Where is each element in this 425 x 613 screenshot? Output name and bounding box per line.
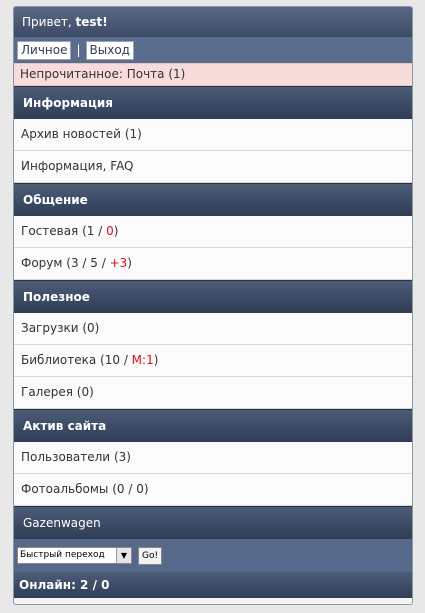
greeting-text: Привет, xyxy=(22,15,76,29)
item-count: (3) xyxy=(113,450,131,464)
item-new-count: +3 xyxy=(109,256,128,270)
item-count-close: ) xyxy=(127,256,132,270)
item-label: Гостевая xyxy=(21,224,79,238)
item-count-open: (10 / xyxy=(100,353,132,367)
online-counter: Онлайн: 2 / 0 xyxy=(14,572,412,598)
item-label: Форум xyxy=(21,256,63,270)
item-count: (0) xyxy=(82,321,100,335)
item-label: Библиотека xyxy=(21,353,97,367)
section-useful: Полезное xyxy=(14,280,412,313)
user-bar: Личное | Выход xyxy=(14,37,412,63)
menu-item-library[interactable]: Библиотека (10 / M:1) xyxy=(14,345,412,377)
section-info: Информация xyxy=(14,86,412,119)
quick-jump-select[interactable]: Быстрый переход ▼ xyxy=(17,547,132,564)
item-label: Фотоальбомы xyxy=(21,482,109,496)
logout-button[interactable]: Выход xyxy=(85,40,134,60)
item-count: (0) xyxy=(76,385,94,399)
section-site-activity: Актив сайта xyxy=(14,409,412,442)
item-label: Архив новостей xyxy=(21,127,121,141)
section-gazenwagen[interactable]: Gazenwagen xyxy=(14,506,412,539)
quick-jump-selected: Быстрый переход xyxy=(20,550,105,560)
section-communication: Общение xyxy=(14,183,412,216)
item-label: Информация, FAQ xyxy=(21,159,134,173)
item-count: (0 / 0) xyxy=(112,482,149,496)
mobile-menu: Привет, test! Личное | Выход Непрочитанн… xyxy=(13,6,413,605)
username: test! xyxy=(75,15,108,29)
item-new-count: 0 xyxy=(106,224,114,238)
menu-item-faq[interactable]: Информация, FAQ xyxy=(14,151,412,183)
unread-notice[interactable]: Непрочитанное: Почта (1) xyxy=(14,63,412,86)
item-moderation-count: M:1 xyxy=(131,353,154,367)
menu-item-news-archive[interactable]: Архив новостей (1) xyxy=(14,119,412,151)
menu-item-photoalbums[interactable]: Фотоальбомы (0 / 0) xyxy=(14,474,412,506)
item-label: Загрузки xyxy=(21,321,79,335)
go-button[interactable]: Go! xyxy=(138,546,163,565)
menu-item-downloads[interactable]: Загрузки (0) xyxy=(14,313,412,345)
item-count: (1) xyxy=(124,127,142,141)
item-count-open: (1 / xyxy=(82,224,107,238)
menu-item-forum[interactable]: Форум (3 / 5 / +3) xyxy=(14,248,412,280)
item-label: Пользователи xyxy=(21,450,111,464)
menu-item-guestbook[interactable]: Гостевая (1 / 0) xyxy=(14,216,412,248)
separator: | xyxy=(76,43,81,57)
menu-item-gallery[interactable]: Галерея (0) xyxy=(14,377,412,409)
item-count-close: ) xyxy=(153,353,159,367)
item-count-close: ) xyxy=(113,224,119,238)
greeting-header: Привет, test! xyxy=(14,7,412,37)
quick-jump-bar: Быстрый переход ▼ Go! xyxy=(14,539,412,572)
item-label: Галерея xyxy=(21,385,73,399)
chevron-down-icon[interactable]: ▼ xyxy=(116,548,131,563)
menu-item-users[interactable]: Пользователи (3) xyxy=(14,442,412,474)
personal-button[interactable]: Личное xyxy=(17,40,72,60)
item-count-open: (3 / 5 / xyxy=(66,256,110,270)
